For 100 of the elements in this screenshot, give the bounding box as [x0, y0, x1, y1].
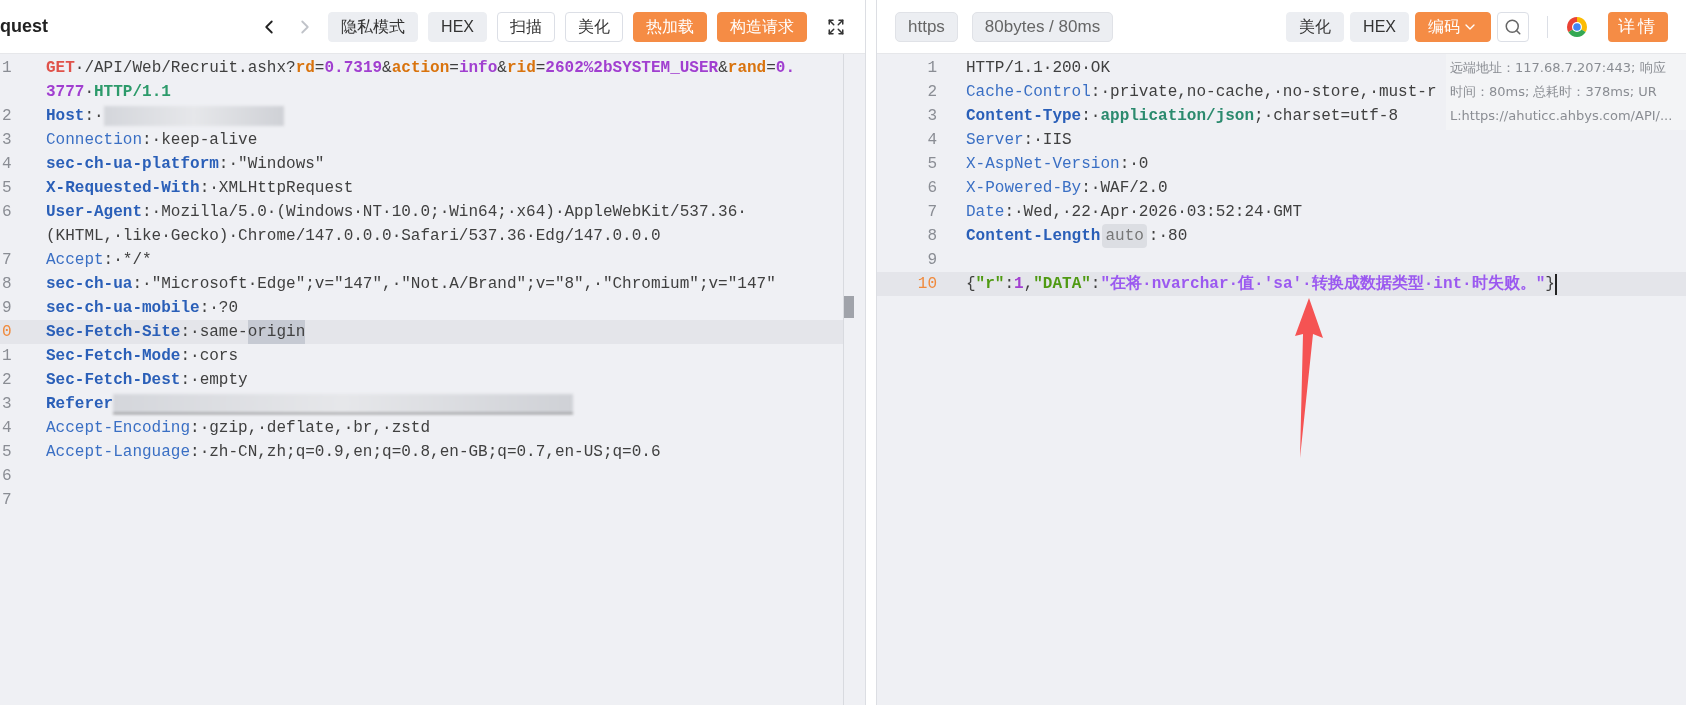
code-token: & — [497, 58, 507, 79]
code-token: :· — [1081, 106, 1101, 127]
tooltip-line: L:https://ahuticc.ahbys.com/API/... — [1450, 107, 1674, 125]
tooltip-line: 远端地址：117.68.7.207:443; 响应 — [1450, 59, 1667, 77]
code-token: Cache-Control — [966, 82, 1091, 103]
code-token: :·XMLHttpRequest — [199, 178, 354, 199]
line-number: 0 — [2, 322, 12, 343]
code-token: :·WAF/2.0 — [1081, 178, 1168, 199]
code-token: action — [391, 58, 450, 79]
code-token: User-Agent — [46, 202, 142, 223]
code-token: "DATA" — [1033, 274, 1091, 295]
code-token: GET — [46, 58, 75, 79]
line-number: 8 — [2, 274, 12, 295]
line-number: 7 — [2, 250, 12, 271]
code-token: Accept — [46, 250, 104, 271]
line-number: 6 — [927, 178, 937, 199]
code-token: :·0 — [1119, 154, 1149, 175]
line-number: 9 — [2, 298, 12, 319]
line-number: 9 — [927, 250, 937, 271]
code-token: :·"Microsoft·Edge";v="147",·"Not.A/Brand";v="8",·"Chromium";v="147" — [132, 274, 776, 295]
inline-hint: auto — [1102, 224, 1147, 248]
panel-title: quest — [0, 15, 48, 38]
line-number: 10 — [917, 274, 937, 295]
toolbar-button[interactable]: HEX — [428, 11, 487, 42]
code-token: :· — [84, 106, 104, 127]
code-token: Sec-Fetch-Mode — [46, 346, 181, 367]
code-token: Sec-Fetch-Site — [46, 322, 181, 343]
code-token: & — [718, 58, 728, 79]
search-icon — [1504, 17, 1522, 36]
code-token: :·?0 — [199, 298, 239, 319]
line-number: 5 — [2, 178, 12, 199]
code-token: Server — [966, 130, 1024, 151]
line-number: 5 — [927, 154, 937, 175]
code-token: :·zh-CN,zh;q=0.9,en;q=0.8,en-GB;q=0.7,en-US;q=0.6 — [190, 442, 661, 463]
code-token: = — [314, 58, 325, 79]
code-token: rid — [506, 58, 536, 79]
line-number: 2 — [2, 370, 12, 391]
code-token: Accept-Language — [46, 442, 191, 463]
code-token: :·*/* — [103, 250, 152, 271]
code-token: sec-ch-ua-platform — [46, 154, 219, 175]
code-token: X-Powered-By — [966, 178, 1082, 199]
code-token: 2602%2bSYSTEM_USER — [545, 58, 719, 79]
code-token: origin — [247, 320, 306, 344]
code-token: HTTP/1.1·200·OK — [966, 58, 1111, 79]
code-token: :·private,no-cache,·no-store,·must-r — [1090, 82, 1437, 103]
code-token: Connection — [46, 130, 142, 151]
line-number: 4 — [2, 154, 12, 175]
line-number: 1 — [2, 346, 12, 367]
code-token: :·"Windows" — [218, 154, 325, 175]
info-chip: https — [895, 11, 958, 42]
line-number: 6 — [2, 202, 12, 223]
code-token: :·same- — [180, 322, 248, 343]
code-token: 1 — [1014, 274, 1024, 295]
line-number: 3 — [2, 394, 12, 415]
browser-icon[interactable] — [1566, 15, 1588, 38]
scrollbar-marker[interactable] — [844, 296, 854, 318]
code-token: : — [1004, 274, 1015, 295]
code-token: (KHTML,·like·Gecko)·Chrome/147.0.0.0·Safari/537.36·Edg/147.0.0.0 — [46, 226, 661, 247]
toolbar-button[interactable]: HEX — [1350, 11, 1409, 42]
code-token: Content-Type — [966, 106, 1082, 127]
line-number: 7 — [927, 202, 937, 223]
code-token: sec-ch-ua — [46, 274, 133, 295]
code-token: info — [458, 58, 498, 79]
code-token: :·Mozilla/5.0·(Windows·NT·10.0;·Win64;·x64)·AppleWebKit/537.36· — [142, 202, 747, 223]
line-number: 2 — [927, 82, 937, 103]
code-token: = — [535, 58, 546, 79]
code-token: · — [84, 82, 94, 103]
code-token: X-Requested-With — [46, 178, 200, 199]
code-token: :·gzip,·deflate,·br,·zstd — [190, 418, 431, 439]
toolbar-button[interactable]: 美化 — [1286, 11, 1345, 42]
toolbar-button[interactable]: 美化 — [565, 11, 623, 42]
code-token: Date — [966, 202, 1005, 223]
code-token: :·80 — [1148, 226, 1188, 247]
code-token: Host — [46, 106, 85, 127]
code-token: rand — [727, 58, 767, 79]
line-number: 1 — [927, 58, 937, 79]
code-token: , — [1023, 274, 1034, 295]
search-button[interactable] — [1497, 11, 1529, 42]
info-chip: 80bytes / 80ms — [971, 11, 1114, 42]
code-token: 0.7319 — [324, 58, 383, 79]
code-token: Referer — [46, 394, 114, 415]
code-token: Sec-Fetch-Dest — [46, 370, 181, 391]
code-token: Content-Length — [966, 226, 1101, 247]
fullscreen-icon — [827, 17, 845, 36]
code-token: Accept-Encoding — [46, 418, 191, 439]
tooltip-line: 时间：80ms; 总耗时：378ms; UR — [1450, 83, 1658, 101]
line-number: 1 — [2, 58, 12, 79]
toolbar-button[interactable]: 扫描 — [497, 11, 555, 42]
code-token: rd — [295, 58, 315, 79]
line-number: 8 — [927, 226, 937, 247]
line-number: 4 — [2, 418, 12, 439]
line-number: 6 — [2, 466, 12, 487]
code-token: :·cors — [180, 346, 239, 367]
code-token: ;·charset=utf-8 — [1254, 106, 1399, 127]
code-token: = — [449, 58, 459, 79]
code-token: HTTP/1.1 — [94, 82, 171, 103]
toolbar-button[interactable]: 隐私模式 — [328, 11, 419, 42]
code-token: { — [966, 274, 976, 295]
code-token: sec-ch-ua-mobile — [46, 298, 200, 319]
line-number: 3 — [2, 130, 12, 151]
